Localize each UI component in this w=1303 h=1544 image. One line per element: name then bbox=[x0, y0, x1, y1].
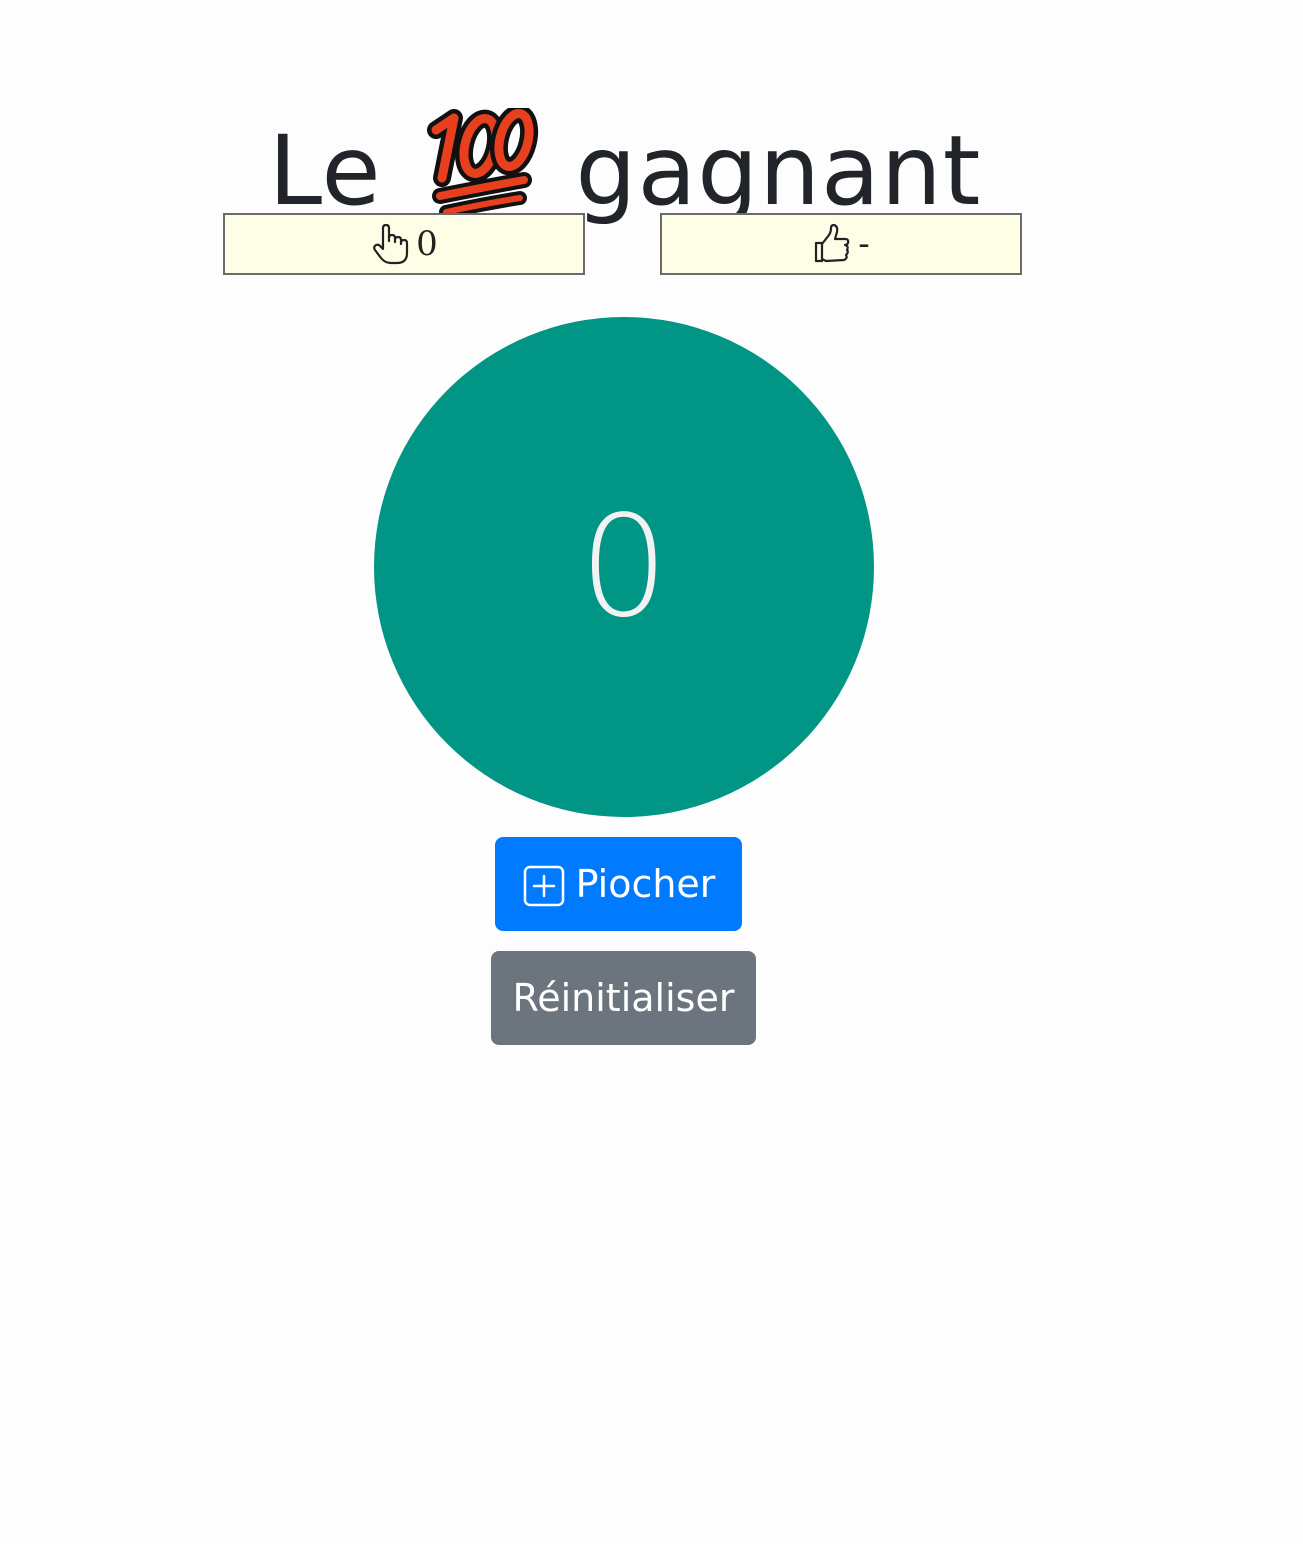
reset-button-label: Réinitialiser bbox=[512, 976, 735, 1020]
result-box: - bbox=[660, 213, 1022, 275]
result-value: - bbox=[858, 224, 870, 264]
thumbs-up-icon bbox=[815, 223, 850, 263]
draw-button-label: Piocher bbox=[575, 862, 716, 906]
pointing-hand-icon bbox=[373, 223, 409, 265]
draw-count-box: 0 bbox=[223, 213, 585, 275]
page: Le gagnant 0 - 0 Piocher Réinitialiser bbox=[0, 0, 1303, 1544]
page-title: Le gagnant bbox=[0, 104, 1250, 231]
draw-button[interactable]: Piocher bbox=[495, 837, 742, 931]
hundred-points-icon bbox=[420, 104, 540, 219]
drawn-number-ball: 0 bbox=[374, 317, 874, 817]
draw-count-value: 0 bbox=[416, 224, 438, 264]
plus-square-icon bbox=[523, 865, 564, 907]
reset-button[interactable]: Réinitialiser bbox=[491, 951, 756, 1045]
drawn-number-value: 0 bbox=[579, 485, 669, 649]
